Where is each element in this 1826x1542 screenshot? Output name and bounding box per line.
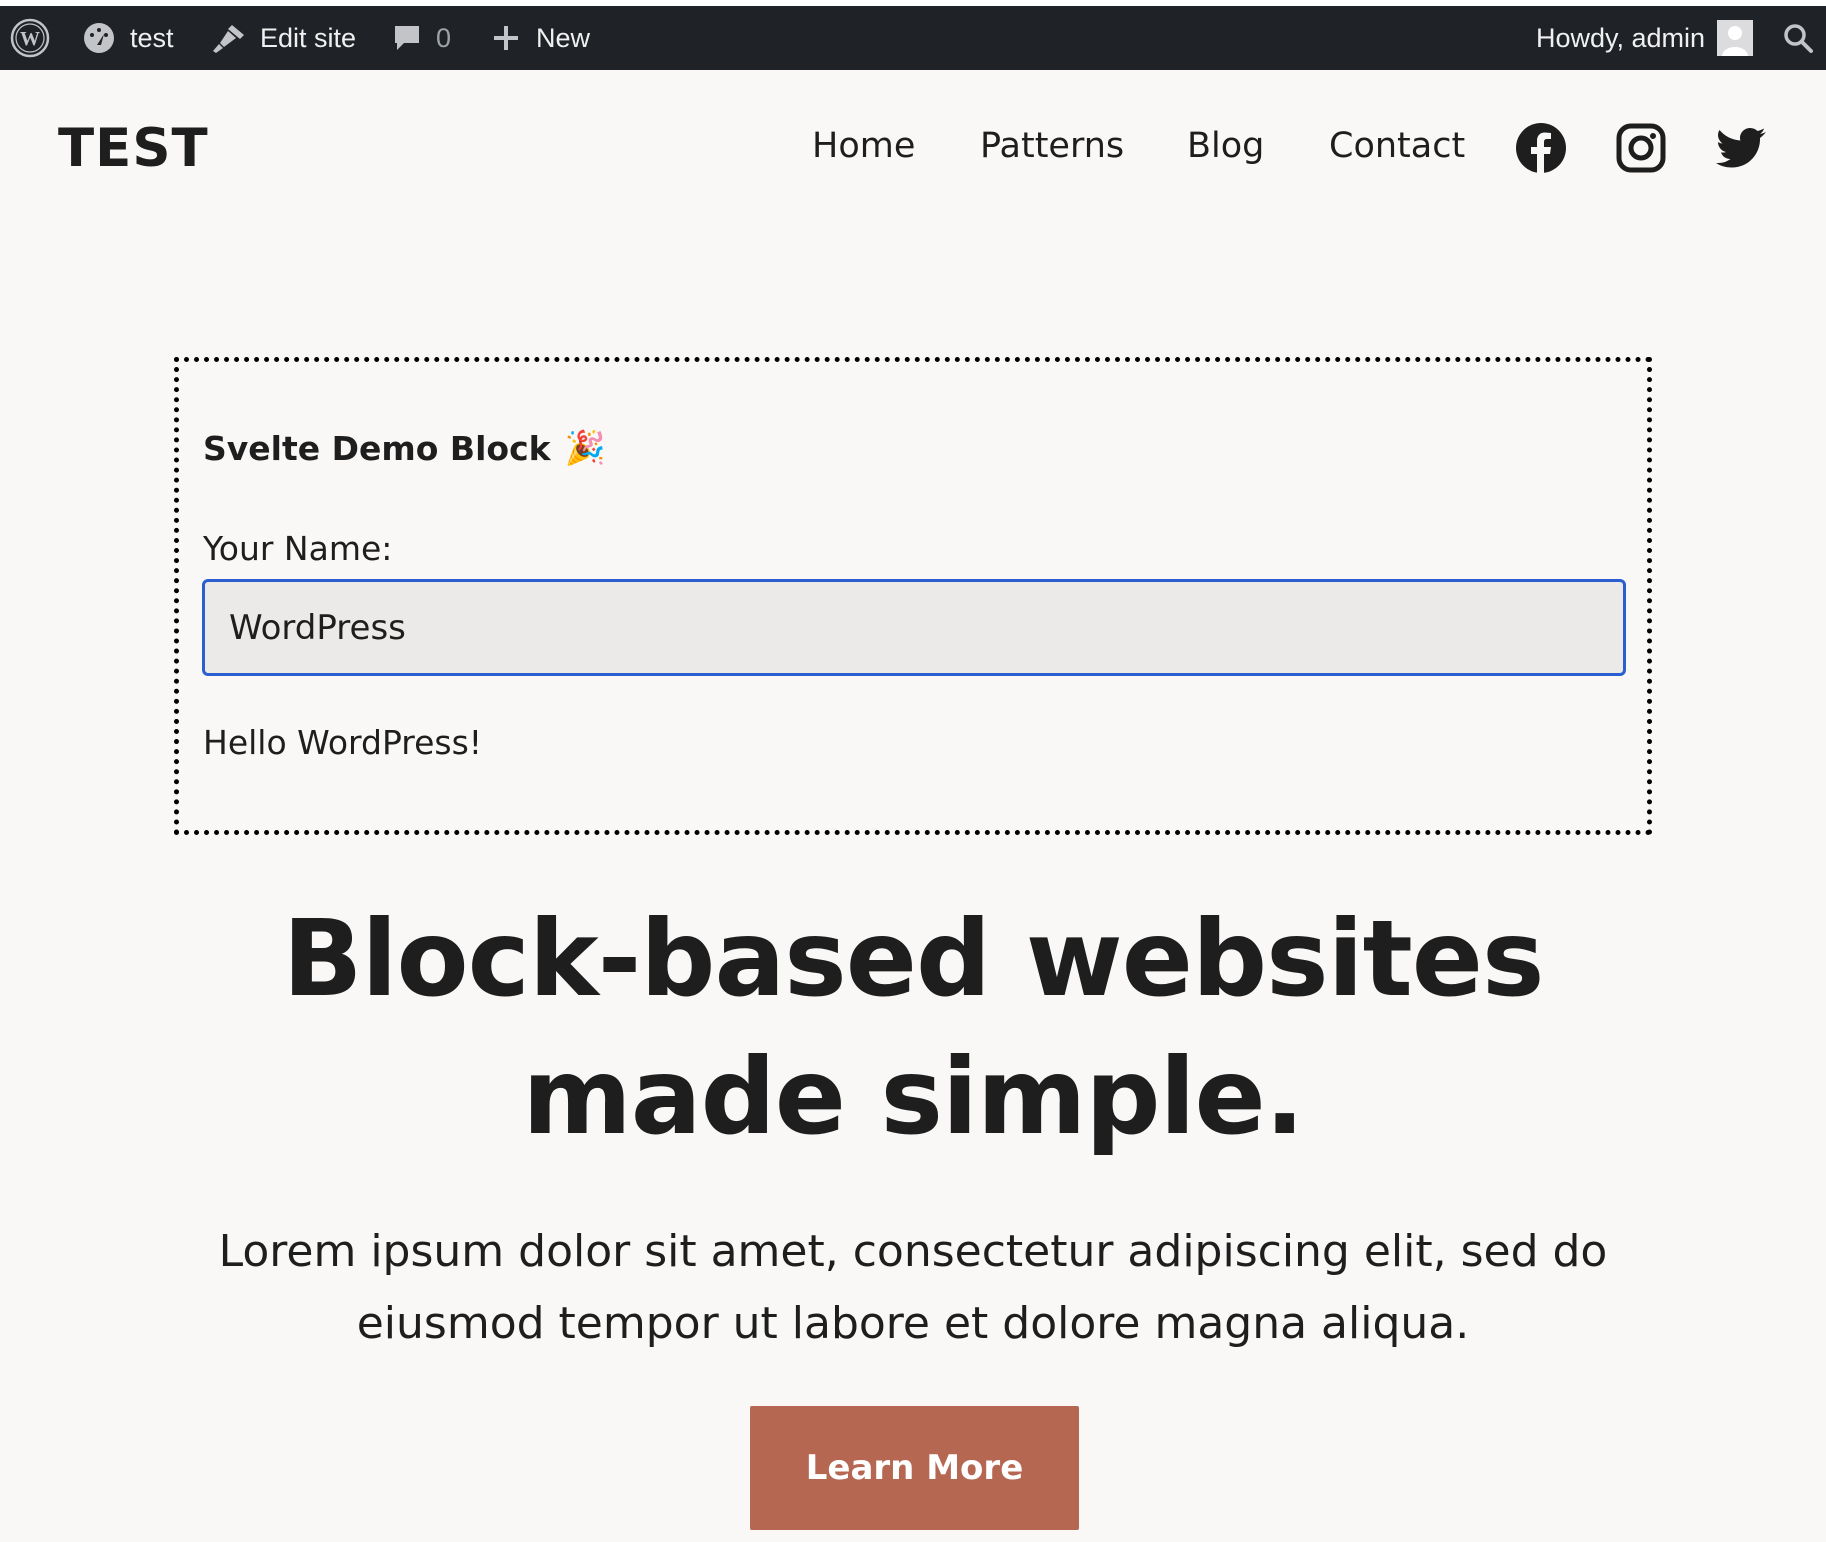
facebook-icon[interactable] <box>1515 122 1567 174</box>
wordpress-logo-button[interactable]: W <box>10 6 50 70</box>
learn-more-button[interactable]: Learn More <box>750 1406 1079 1530</box>
nav-home[interactable]: Home <box>812 126 915 166</box>
edit-site-link[interactable]: Edit site <box>210 6 356 70</box>
name-input[interactable] <box>202 579 1626 676</box>
nav-contact[interactable]: Contact <box>1329 126 1465 166</box>
demo-block-title: Svelte Demo Block 🎉 <box>203 428 606 468</box>
search-icon <box>1782 22 1814 54</box>
comments-count: 0 <box>436 22 452 53</box>
site-title[interactable]: TEST <box>58 118 209 179</box>
dashboard-gauge-icon <box>82 21 116 55</box>
demo-block-title-text: Svelte Demo Block <box>203 428 551 468</box>
instagram-icon[interactable] <box>1615 122 1667 174</box>
plus-icon <box>492 24 520 52</box>
hero-heading-line-2: made simple. <box>522 1036 1304 1158</box>
new-label: New <box>536 22 591 53</box>
hero-description-line-2: eiusmod tempor ut labore et dolore magna… <box>356 1298 1470 1349</box>
search-button[interactable] <box>1782 6 1814 70</box>
nav-patterns[interactable]: Patterns <box>980 126 1124 166</box>
hero-heading: Block-based websites made simple. <box>113 890 1713 1166</box>
name-field-label: Your Name: <box>203 529 393 568</box>
twitter-icon[interactable] <box>1714 122 1766 174</box>
svg-text:W: W <box>20 28 40 50</box>
account-menu[interactable]: Howdy, admin <box>1536 6 1754 70</box>
comment-bubble-icon <box>392 23 422 53</box>
site-name-label: test <box>130 22 174 53</box>
nav-blog[interactable]: Blog <box>1187 126 1264 166</box>
hero-heading-line-1: Block-based websites <box>282 898 1544 1020</box>
party-popper-icon: 🎉 <box>564 428 606 467</box>
howdy-label: Howdy, admin <box>1536 22 1706 53</box>
new-content-menu[interactable]: New <box>492 6 590 70</box>
greeting-output: Hello WordPress! <box>203 723 483 762</box>
comments-link[interactable]: 0 <box>392 6 451 70</box>
paintbrush-icon <box>210 21 248 55</box>
wordpress-logo-icon: W <box>10 18 50 58</box>
user-avatar-icon <box>1717 20 1754 56</box>
site-name-menu[interactable]: test <box>82 6 174 70</box>
hero-description: Lorem ipsum dolor sit amet, consectetur … <box>113 1216 1713 1360</box>
admin-bar: W test Edit site 0 New Howdy, admin <box>0 6 1826 70</box>
hero-description-line-1: Lorem ipsum dolor sit amet, consectetur … <box>218 1226 1608 1277</box>
edit-site-label: Edit site <box>260 22 357 53</box>
